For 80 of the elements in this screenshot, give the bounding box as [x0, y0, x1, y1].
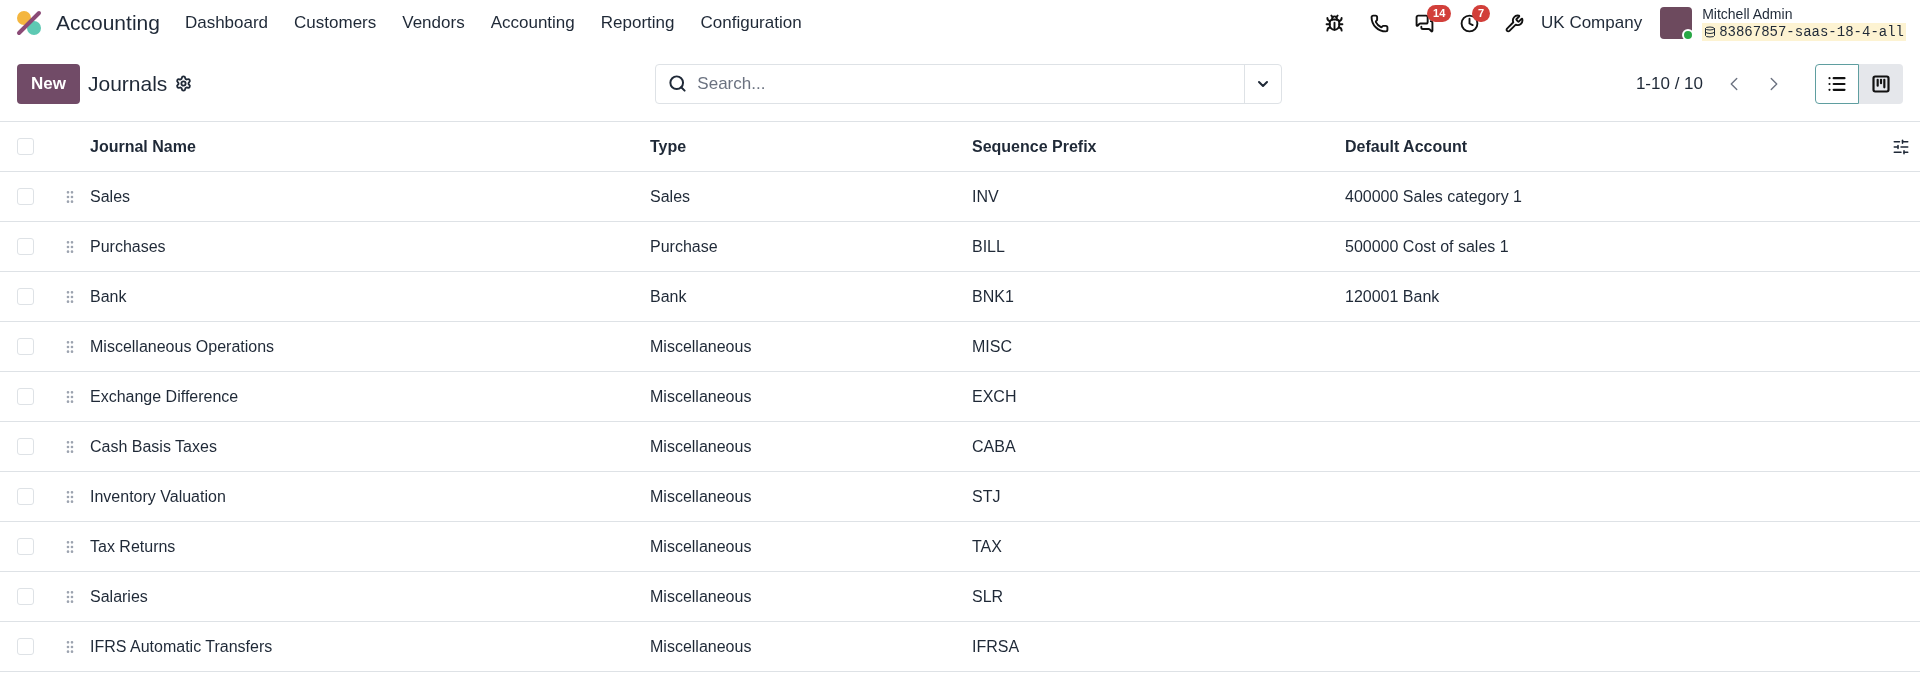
- table-cell: Miscellaneous Operations: [90, 337, 275, 355]
- table-cell: SLR: [972, 587, 1004, 605]
- table-cell: Inventory Valuation: [90, 487, 226, 505]
- table-cell: Purchases: [90, 237, 166, 255]
- checkbox[interactable]: [17, 338, 34, 355]
- page-title: Journals: [87, 70, 168, 97]
- table-cell: TAX: [972, 537, 1002, 555]
- search-icon: [668, 74, 688, 93]
- company-name[interactable]: UK Company: [1541, 10, 1643, 36]
- table-cell: MISC: [972, 337, 1012, 355]
- table-cell: EXCH: [972, 387, 1017, 405]
- checkbox[interactable]: [17, 438, 34, 455]
- phone-icon[interactable]: [1370, 13, 1390, 33]
- column-header[interactable]: Sequence Prefix: [972, 137, 1097, 155]
- checkbox[interactable]: [17, 488, 34, 505]
- count-badge: 14: [1427, 4, 1452, 22]
- table-cell: 500000 Cost of sales 1: [1345, 237, 1509, 255]
- table-cell: Miscellaneous: [650, 537, 752, 555]
- table-cell: 400000 Sales category 1: [1345, 187, 1522, 205]
- table-cell: Miscellaneous: [650, 437, 752, 455]
- checkbox[interactable]: [17, 288, 34, 305]
- chat-icon[interactable]: [1415, 13, 1435, 33]
- table-cell: Sales: [650, 187, 691, 205]
- table-cell: INV: [972, 187, 999, 205]
- menu-item[interactable]: Accounting: [477, 10, 588, 36]
- table-cell: Sales: [90, 187, 131, 205]
- user-name: Mitchell Admin: [1702, 5, 1794, 23]
- tools-icon[interactable]: [1505, 13, 1525, 33]
- checkbox[interactable]: [17, 188, 34, 205]
- column-header[interactable]: Journal Name: [90, 137, 196, 155]
- count-badge: 7: [1472, 4, 1491, 22]
- table-cell: BILL: [972, 237, 1005, 255]
- checkbox[interactable]: [17, 538, 34, 555]
- table-cell: Purchase: [650, 237, 718, 255]
- menu-item[interactable]: Customers: [281, 10, 390, 36]
- columns-icon: [1871, 73, 1891, 94]
- table-cell: Bank: [650, 287, 687, 305]
- kanban-view-button[interactable]: [1859, 63, 1903, 104]
- table-cell: Cash Basis Taxes: [90, 437, 217, 455]
- database-name: 83867857-saas-18-4-all: [1719, 23, 1904, 41]
- table-cell: Bank: [90, 287, 127, 305]
- search-field[interactable]: Search...: [655, 63, 1283, 104]
- checkbox[interactable]: [17, 238, 34, 255]
- online-status-icon: [1682, 29, 1695, 41]
- optional-columns-icon[interactable]: [1892, 137, 1910, 156]
- checkbox[interactable]: [17, 638, 34, 655]
- table-cell: Miscellaneous: [650, 387, 752, 405]
- table-cell: Miscellaneous: [650, 637, 752, 655]
- search-input[interactable]: Search...: [697, 70, 1245, 97]
- table-cell: CABA: [972, 437, 1016, 455]
- menu-item[interactable]: Vendors: [389, 10, 478, 36]
- table-cell: 120001 Bank: [1345, 287, 1440, 305]
- menu-item[interactable]: Configuration: [687, 10, 815, 36]
- menu-item[interactable]: Dashboard: [171, 10, 282, 36]
- table-cell: Miscellaneous: [650, 337, 752, 355]
- menu-item[interactable]: Reporting: [587, 10, 688, 36]
- table-cell: Tax Returns: [90, 537, 176, 555]
- database-icon: [1704, 26, 1717, 38]
- avatar[interactable]: [1660, 7, 1693, 39]
- table-cell: BNK1: [972, 287, 1014, 305]
- settings-icon[interactable]: [175, 75, 193, 92]
- table-cell: IFRS Automatic Transfers: [90, 637, 273, 655]
- list-view-button[interactable]: [1815, 63, 1859, 104]
- checkbox[interactable]: [17, 588, 34, 605]
- bug-icon[interactable]: [1325, 13, 1345, 33]
- table-cell: Salaries: [90, 587, 148, 605]
- app-name[interactable]: Accounting: [56, 7, 160, 39]
- checkbox[interactable]: [17, 388, 34, 405]
- logo-icon[interactable]: [14, 8, 44, 38]
- table-cell: Miscellaneous: [650, 487, 752, 505]
- table-cell: IFRSA: [972, 637, 1020, 655]
- new-button[interactable]: New: [17, 63, 80, 104]
- table-cell: Miscellaneous: [650, 587, 752, 605]
- column-header[interactable]: Type: [650, 137, 687, 155]
- table-cell: STJ: [972, 487, 1001, 505]
- table-cell: Exchange Difference: [90, 387, 239, 405]
- pager-value[interactable]: 1-10 / 10: [1635, 70, 1703, 97]
- checkbox[interactable]: [17, 138, 34, 155]
- column-header[interactable]: Default Account: [1345, 137, 1468, 155]
- clock-icon[interactable]: [1460, 13, 1480, 33]
